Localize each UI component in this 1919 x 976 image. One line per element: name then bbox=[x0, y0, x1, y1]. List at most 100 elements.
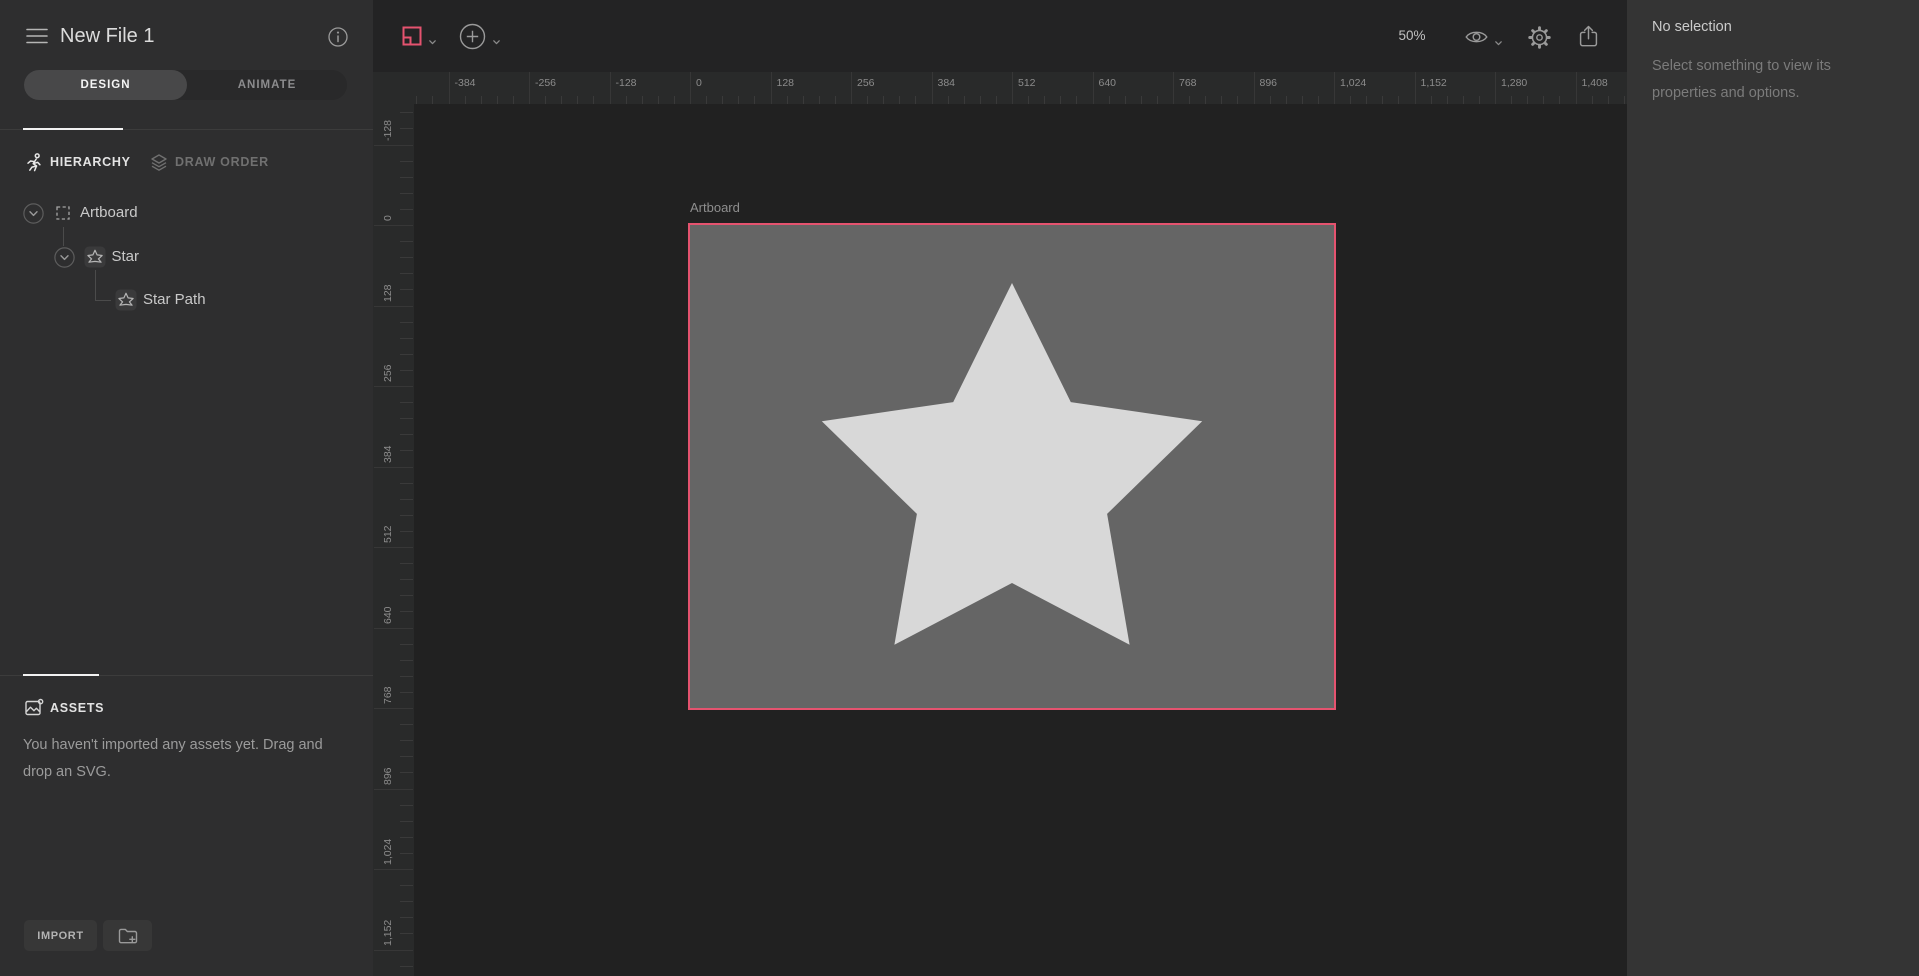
ruler-tick bbox=[400, 193, 413, 194]
ruler-tick bbox=[642, 96, 643, 104]
menu-icon[interactable] bbox=[25, 27, 49, 45]
artboard-tool-chevron-icon[interactable] bbox=[428, 33, 437, 51]
ruler-tick bbox=[1463, 96, 1464, 104]
ruler-tick bbox=[610, 72, 611, 104]
active-tab-indicator bbox=[23, 674, 99, 676]
ruler-tick bbox=[400, 531, 413, 532]
ruler-tick bbox=[400, 611, 413, 612]
ruler-tick bbox=[374, 789, 413, 790]
ruler-tick bbox=[400, 241, 413, 242]
ruler-label: 0 bbox=[382, 215, 394, 221]
ruler-tick bbox=[529, 72, 530, 104]
ruler-tick bbox=[1076, 96, 1077, 104]
ruler-label: 512 bbox=[1018, 77, 1036, 89]
ruler-tick bbox=[400, 595, 413, 596]
ruler-tick bbox=[400, 322, 413, 323]
share-icon[interactable] bbox=[1577, 24, 1600, 54]
ruler-tick bbox=[1350, 96, 1351, 104]
ruler-tick bbox=[400, 483, 413, 484]
ruler-tick bbox=[545, 96, 546, 104]
ruler-tick bbox=[374, 547, 413, 548]
ruler-tick bbox=[1141, 96, 1142, 104]
star-shape[interactable] bbox=[690, 225, 1334, 708]
ruler-tick bbox=[964, 96, 965, 104]
tree-item-label[interactable]: Star Path bbox=[143, 291, 206, 308]
zoom-level[interactable]: 50% bbox=[1393, 28, 1431, 43]
ruler-label: 1,024 bbox=[382, 839, 394, 865]
ruler-tick bbox=[722, 96, 723, 104]
ruler-label: 384 bbox=[382, 445, 394, 463]
ruler-tick bbox=[497, 96, 498, 104]
tree-item-label[interactable]: Artboard bbox=[80, 204, 138, 221]
ruler-tick bbox=[374, 708, 413, 709]
ruler-tick bbox=[1576, 72, 1577, 104]
ruler-tick bbox=[1205, 96, 1206, 104]
left-sidebar: New File 1 DESIGN ANIMATE HIERARCHY DRAW… bbox=[0, 0, 373, 976]
ruler-tick bbox=[400, 756, 413, 757]
eye-icon[interactable] bbox=[1464, 28, 1489, 51]
ruler-tick bbox=[948, 96, 949, 104]
rive-editor-window: Artboard -384-256-1280128256384512640768… bbox=[0, 0, 1919, 976]
ruler-label: 768 bbox=[1179, 77, 1197, 89]
ruler-tick bbox=[738, 96, 739, 104]
create-tool-chevron-icon[interactable] bbox=[492, 33, 501, 51]
assets-header[interactable]: ASSETS bbox=[50, 701, 104, 715]
ruler-tick bbox=[400, 885, 413, 886]
ruler-tick bbox=[1415, 72, 1416, 104]
tree-item-label[interactable]: Star bbox=[112, 248, 140, 265]
ruler-tick bbox=[400, 289, 413, 290]
ruler-label: 384 bbox=[938, 77, 956, 89]
ruler-label: -256 bbox=[535, 77, 556, 89]
ruler-tick bbox=[400, 161, 413, 162]
ruler-tick bbox=[1125, 96, 1126, 104]
ruler-label: 896 bbox=[382, 767, 394, 785]
gear-icon[interactable] bbox=[1526, 24, 1553, 56]
ruler-label: 896 bbox=[1260, 77, 1278, 89]
assets-empty-message: You haven't imported any assets yet. Dra… bbox=[23, 732, 345, 785]
ruler-tick bbox=[593, 96, 594, 104]
ruler-tick bbox=[513, 96, 514, 104]
ruler-tick bbox=[416, 96, 417, 104]
ruler-tick bbox=[1286, 96, 1287, 104]
ruler-label: 640 bbox=[1099, 77, 1117, 89]
tab-design[interactable]: DESIGN bbox=[24, 70, 187, 100]
ruler-tick bbox=[400, 837, 413, 838]
ruler-tick bbox=[1221, 96, 1222, 104]
ruler-tick bbox=[835, 96, 836, 104]
ruler-tick bbox=[1173, 72, 1174, 104]
ruler-label: 512 bbox=[382, 525, 394, 543]
ruler-tick bbox=[1254, 72, 1255, 104]
ruler-tick bbox=[1495, 72, 1496, 104]
ruler-tick bbox=[400, 579, 413, 580]
ruler-tick bbox=[658, 96, 659, 104]
tree-expander-icon[interactable] bbox=[23, 203, 44, 229]
tab-draw-order[interactable]: DRAW ORDER bbox=[175, 155, 269, 169]
import-button[interactable]: IMPORT bbox=[24, 920, 97, 951]
ruler-tick bbox=[1270, 96, 1271, 104]
ruler-tick bbox=[1334, 72, 1335, 104]
ruler-tick bbox=[374, 950, 413, 951]
add-folder-button[interactable] bbox=[103, 920, 152, 951]
ruler-tick bbox=[819, 96, 820, 104]
ruler-tick bbox=[899, 96, 900, 104]
ruler-tick bbox=[400, 273, 413, 274]
star-icon bbox=[115, 289, 137, 316]
ruler-tick bbox=[690, 72, 691, 104]
artboard-tool-icon[interactable] bbox=[401, 25, 423, 52]
artboard-canvas-label[interactable]: Artboard bbox=[690, 200, 740, 215]
info-icon[interactable] bbox=[327, 26, 349, 48]
ruler-tick bbox=[400, 692, 413, 693]
plus-circle-icon[interactable] bbox=[459, 23, 486, 55]
ruler-tick bbox=[400, 660, 413, 661]
tree-expander-icon[interactable] bbox=[54, 247, 75, 273]
ruler-tick bbox=[980, 96, 981, 104]
ruler-tick bbox=[932, 72, 933, 104]
tree-connector bbox=[95, 300, 111, 301]
ruler-tick bbox=[400, 450, 413, 451]
view-options-chevron-icon[interactable] bbox=[1494, 34, 1503, 52]
ruler-tick bbox=[400, 177, 413, 178]
tab-hierarchy[interactable]: HIERARCHY bbox=[50, 155, 131, 169]
tab-animate[interactable]: ANIMATE bbox=[187, 70, 347, 100]
ruler-label: 1,152 bbox=[382, 919, 394, 945]
layers-icon bbox=[148, 152, 170, 179]
